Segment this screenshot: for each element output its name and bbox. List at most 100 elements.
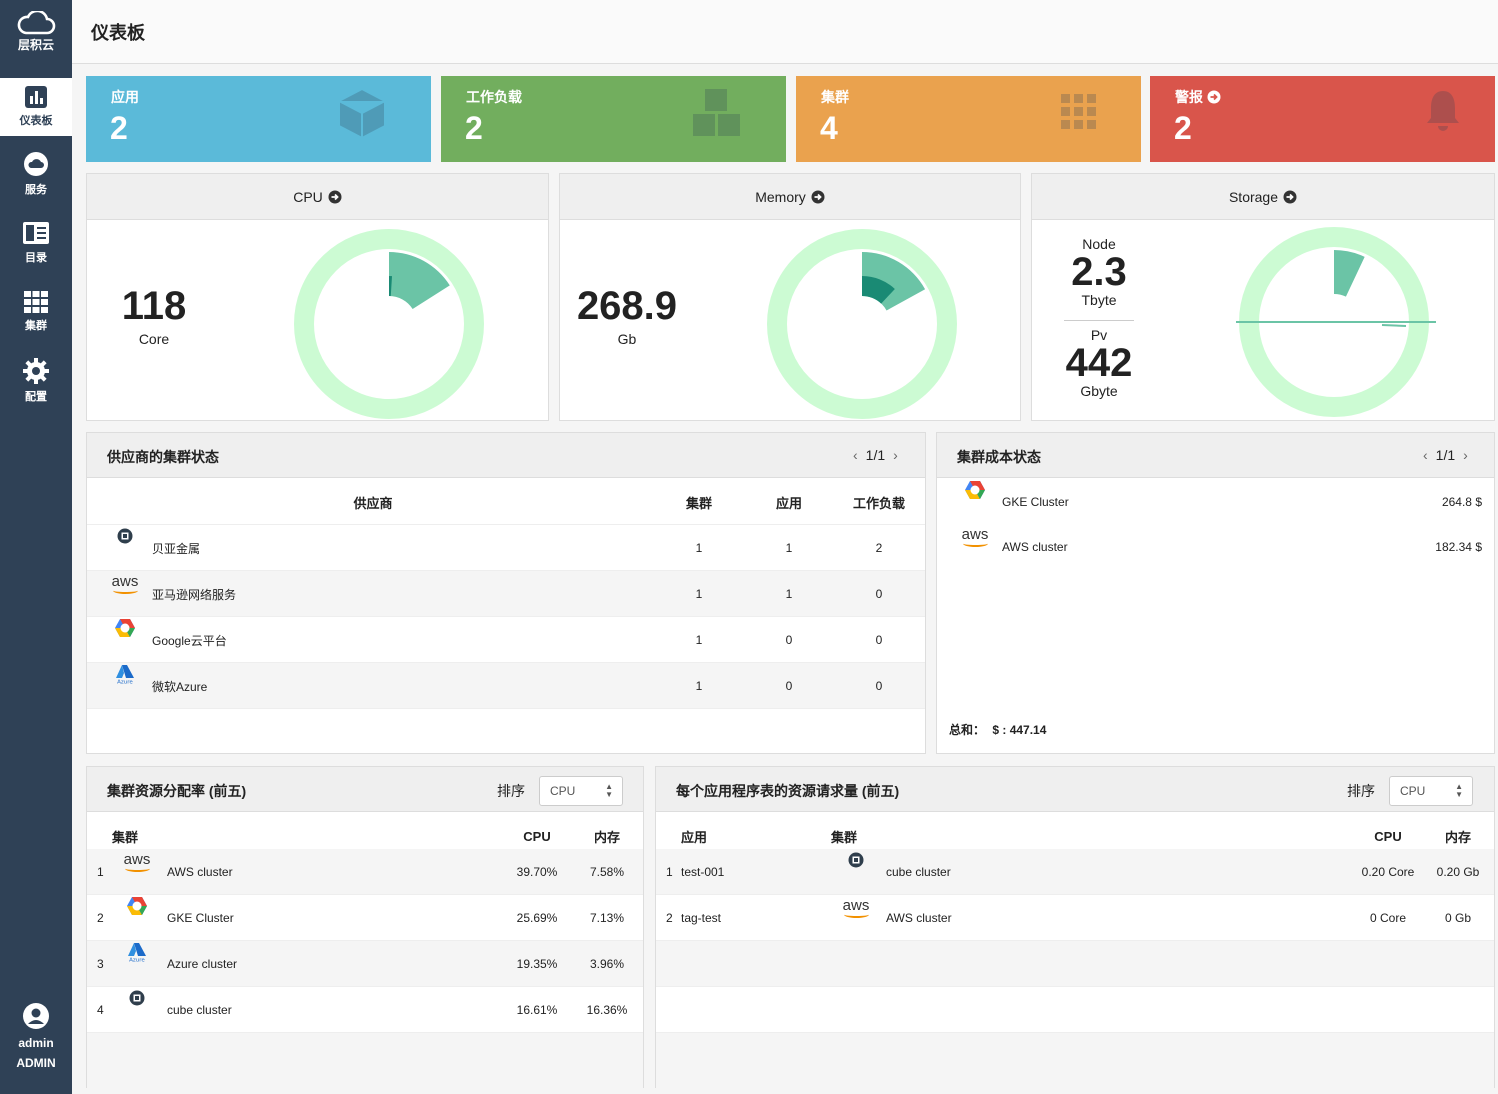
- sort-select[interactable]: CPU ▲ ▼: [539, 776, 623, 806]
- arrow-circle-right-icon[interactable]: [1207, 90, 1221, 104]
- cpu-card-header[interactable]: CPU: [87, 174, 548, 220]
- storage-node: Node 2.3 Tbyte: [1054, 236, 1144, 308]
- storage-card: Storage Node 2.3 Tbyte Pv 442 Gbyte: [1031, 173, 1495, 421]
- storage-pv: Pv 442 Gbyte: [1054, 327, 1144, 399]
- storage-pv-arc: [1381, 324, 1407, 327]
- arrow-circle-right-icon[interactable]: [328, 190, 342, 204]
- cluster-icon-cell: aws: [961, 524, 989, 547]
- cloud-icon: [24, 151, 48, 176]
- page-title: 仪表板: [91, 23, 145, 43]
- cpu-rate: 39.70%: [516, 865, 558, 879]
- workload-count: 2: [875, 541, 883, 555]
- cluster-icon-cell: [842, 849, 870, 871]
- table-row[interactable]: 贝亚金属 1 1 2: [87, 525, 925, 571]
- nav-label: 集群: [25, 319, 47, 332]
- nav-item-settings[interactable]: 配置: [0, 346, 72, 415]
- gear-icon: [23, 357, 49, 384]
- prev-page-button[interactable]: ‹: [1423, 447, 1428, 463]
- provider-name: 微软Azure: [152, 679, 208, 694]
- table-row[interactable]: aws 亚马逊网络服务 1 1 0: [87, 571, 925, 617]
- column-header-apps[interactable]: 应用: [759, 479, 819, 525]
- table-row[interactable]: 2 GKE Cluster 25.69% 7.13%: [87, 895, 643, 941]
- prev-page-button[interactable]: ‹: [853, 447, 858, 463]
- page-header: 仪表板: [72, 0, 1498, 64]
- nav-label: 配置: [25, 390, 47, 403]
- memory-card-header[interactable]: Memory: [560, 174, 1020, 220]
- cluster-cost: 264.8 $: [1441, 495, 1482, 509]
- aws-icon: aws: [123, 851, 151, 872]
- cluster-name: AWS cluster: [886, 911, 952, 925]
- memory-donut-chart: [767, 229, 957, 419]
- catalog-icon: [23, 221, 49, 244]
- column-header-provider[interactable]: 供应商: [87, 479, 659, 525]
- nav-item-clusters[interactable]: 集群: [0, 277, 72, 346]
- cpu-value: 118 Core: [109, 284, 199, 347]
- stat-card-apps[interactable]: 应用 2: [86, 76, 431, 162]
- select-caret-icon: ▲ ▼: [1455, 782, 1463, 799]
- table-row[interactable]: 2 tag-test aws AWS cluster 0 Core 0 Gb: [656, 895, 1494, 941]
- grid-bg-icon: [1061, 94, 1096, 129]
- arrow-circle-right-icon[interactable]: [811, 190, 825, 204]
- cluster-name: GKE Cluster: [167, 911, 234, 925]
- table-row[interactable]: 4 cube cluster 16.61% 16.36%: [87, 987, 643, 1033]
- table-row[interactable]: 1 test-001 cube cluster 0.20 Core 0.20 Gb: [656, 849, 1494, 895]
- stat-value: 4: [820, 110, 838, 146]
- card-title: Memory: [755, 188, 806, 205]
- stat-label: 应用: [111, 89, 139, 105]
- memory-request: 0 Gb: [1444, 911, 1471, 925]
- cost-row[interactable]: GKE Cluster 264.8 $: [937, 479, 1494, 525]
- grid-icon: [24, 290, 48, 313]
- cloud-logo-icon: [17, 11, 56, 35]
- panel-title: 供应商的集群状态: [107, 449, 219, 465]
- table-row[interactable]: Google云平台 1 0 0: [87, 617, 925, 663]
- memory-rate: 16.36%: [586, 1003, 628, 1017]
- panel-header: 供应商的集群状态 ‹ 1/1 ›: [87, 433, 925, 478]
- storage-card-header[interactable]: Storage: [1032, 174, 1494, 220]
- total-value: $ : 447.14: [992, 723, 1047, 737]
- nav-item-catalog[interactable]: 目录: [0, 208, 72, 277]
- stat-value: 2: [465, 110, 483, 146]
- arrow-circle-right-icon[interactable]: [1283, 190, 1297, 204]
- column-header-workloads[interactable]: 工作负载: [839, 479, 919, 525]
- stat-label: 工作负载: [466, 89, 522, 105]
- memory-request: 0.20 Gb: [1436, 865, 1480, 879]
- next-page-button[interactable]: ›: [1463, 447, 1468, 463]
- bell-bg-icon: [1427, 91, 1459, 131]
- nav-item-dashboard[interactable]: 仪表板: [0, 78, 72, 136]
- aws-icon: aws: [961, 526, 989, 547]
- cluster-allocation-panel: 集群资源分配率 (前五) 排序 CPU ▲ ▼ 集群 CPU 内存 1 aws AWS…: [86, 766, 644, 1089]
- column-header-clusters[interactable]: 集群: [669, 479, 729, 525]
- stat-card-workloads[interactable]: 工作负载 2: [441, 76, 786, 162]
- nav-item-services[interactable]: 服务: [0, 139, 72, 208]
- stat-card-clusters[interactable]: 集群 4: [796, 76, 1141, 162]
- panel-title: 集群资源分配率 (前五): [107, 783, 247, 799]
- sort-value: CPU: [550, 784, 576, 798]
- cluster-icon-cell: Azure: [123, 941, 151, 963]
- user-name: admin: [18, 1036, 54, 1050]
- sort-value: CPU: [1400, 784, 1426, 798]
- cluster-count: 1: [695, 633, 703, 647]
- cost-row[interactable]: aws AWS cluster 182.34 $: [937, 524, 1494, 570]
- cost-total: 总和： $ : 447.14: [949, 721, 1046, 738]
- table-row[interactable]: 3 Azure Azure cluster 19.35% 3.96%: [87, 941, 643, 987]
- provider-name: 贝亚金属: [152, 541, 201, 556]
- svg-text:Azure: Azure: [129, 958, 145, 963]
- sort-select[interactable]: CPU ▲ ▼: [1389, 776, 1473, 806]
- table-row[interactable]: 1 aws AWS cluster 39.70% 7.58%: [87, 849, 643, 895]
- stat-card-alerts[interactable]: 警报 2: [1150, 76, 1495, 162]
- stat-value: 2: [110, 110, 128, 146]
- provider-icon-cell: [111, 617, 139, 639]
- cluster-name: cube cluster: [167, 1003, 232, 1017]
- user-menu[interactable]: admin ADMIN: [0, 1002, 72, 1070]
- provider-name: Google云平台: [152, 633, 227, 648]
- sort-label: 排序: [497, 783, 525, 799]
- provider-icon-cell: aws: [111, 571, 139, 594]
- cluster-name: AWS cluster: [1002, 540, 1068, 554]
- provider-status-panel: 供应商的集群状态 ‹ 1/1 › 供应商 集群 应用 工作负载 贝亚金属 1 1 2 a…: [86, 432, 926, 754]
- brand-logo[interactable]: 层积云: [0, 0, 72, 64]
- next-page-button[interactable]: ›: [893, 447, 898, 463]
- select-caret-icon: ▲ ▼: [605, 782, 613, 799]
- nav-label: 目录: [25, 251, 47, 264]
- table-row[interactable]: Azure 微软Azure 1 0 0: [87, 663, 925, 709]
- azure-icon: Azure: [128, 943, 146, 963]
